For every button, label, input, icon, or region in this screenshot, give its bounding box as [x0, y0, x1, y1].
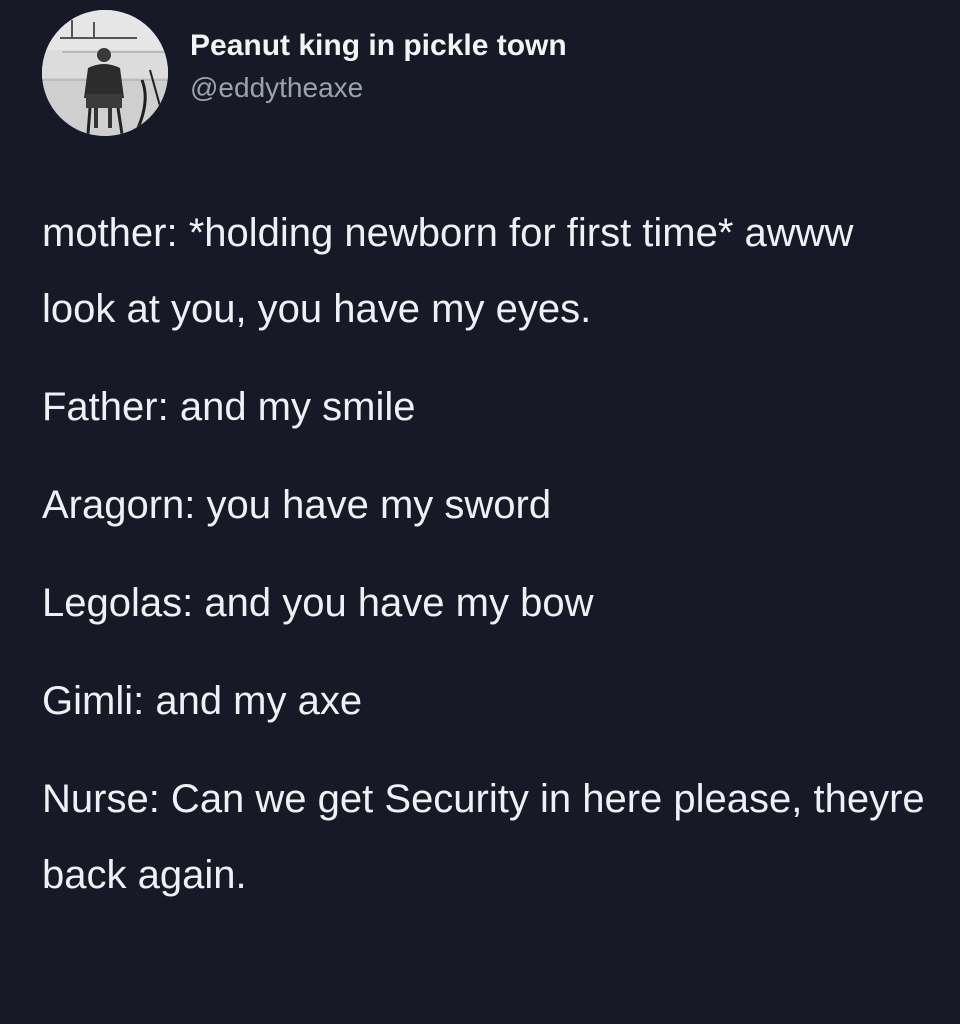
profile-photo-icon: [42, 10, 168, 136]
user-handle[interactable]: @eddytheaxe: [190, 70, 567, 105]
author-info: Peanut king in pickle town @eddytheaxe: [190, 27, 567, 106]
tweet-line: Father: and my smile: [42, 385, 416, 429]
display-name[interactable]: Peanut king in pickle town: [190, 27, 567, 65]
tweet-line: mother: *holding newborn for first time*…: [42, 211, 854, 331]
tweet-line: Aragorn: you have my sword: [42, 483, 552, 527]
tweet-header: Peanut king in pickle town @eddytheaxe: [42, 10, 567, 136]
tweet-line: Gimli: and my axe: [42, 679, 363, 723]
tweet-card: Peanut king in pickle town @eddytheaxe m…: [0, 0, 960, 1024]
tweet-text: mother: *holding newborn for first time*…: [42, 195, 932, 935]
avatar[interactable]: [42, 10, 168, 136]
tweet-line: Nurse: Can we get Security in here pleas…: [42, 777, 925, 897]
tweet-line: Legolas: and you have my bow: [42, 581, 594, 625]
